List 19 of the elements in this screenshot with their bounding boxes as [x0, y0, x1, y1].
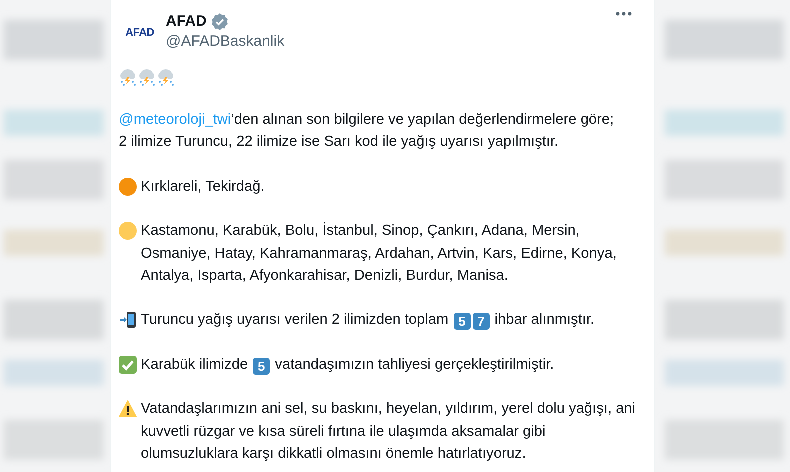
verified-badge-icon — [210, 13, 229, 31]
tweet-text: @meteoroloji_twi’den alınan son bilgilere ve yapılan değerlendirmelere göre; 2 ilimize Turuncu, 22 ilimize ise Sarı kod ile yağış uyarısı yapılmıştır. — [119, 111, 616, 152]
keycap-digit: 7 — [472, 313, 490, 330]
tweet-text: Turuncu yağış uyarısı verilen 2 ilimizden toplam 5 7 ihbar alınmıştır. — [141, 311, 595, 332]
storm-cloud-icon — [157, 68, 176, 87]
storm-cloud-icon — [119, 68, 138, 87]
tweet-text: Kırklareli, Tekirdağ. — [141, 178, 265, 197]
tweet-text: Vatandaşlarımızın ani sel, su baskını, heyelan, yıldırım, yerel dolu yağışı, ani kuvvetli rüzgar ve kısa süreli fırtına ile ulaşımda aksamalar gibi olumsuzluklara karşı dikkatli olmasını önemle hatırlatıyoruz. — [141, 400, 637, 464]
keycap-digit: 5 — [253, 358, 270, 375]
check-mark-icon — [119, 356, 137, 374]
warning-icon — [119, 400, 137, 418]
tweet-text: Kastamonu, Karabük, Bolu, İstanbul, Sinop, Çankırı, Adana, Mersin, Osmaniye, Hatay, Kahramanmaraş, Ardahan, Artvin, Kars, Edirne, Konya, Antalya, Isparta, Afyonkarahisar, Denizli, Burdur, Manisa. — [141, 221, 618, 286]
phone-icon — [119, 311, 137, 330]
tweet-text: Karabük ilimizde 5 vatandaşımızın tahliyesi gerçekleştirilmiştir. — [141, 356, 554, 376]
ellipsis-icon — [616, 12, 632, 16]
keycap-digit: 5 — [454, 313, 471, 330]
account-name[interactable]: AFAD — [166, 12, 207, 32]
account-handle[interactable]: @AFADBaskanlik — [166, 32, 285, 52]
storm-cloud-icon — [138, 68, 157, 87]
